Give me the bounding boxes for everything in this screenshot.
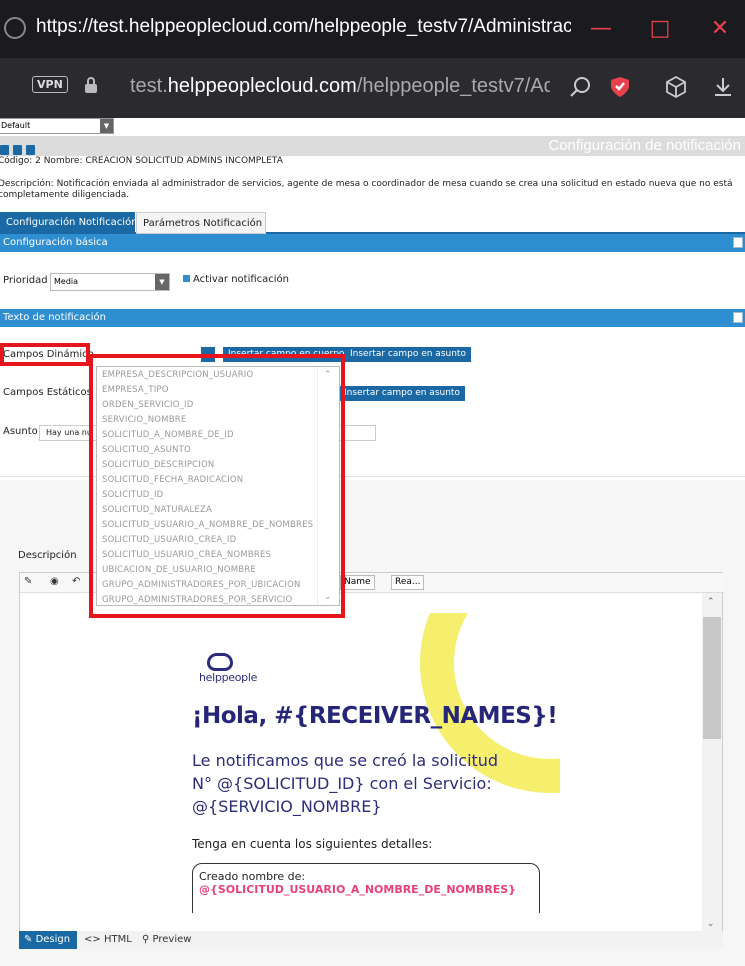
detail-card: Creado nombre de: @{SOLICITUD_USUARIO_A_… [192,863,540,913]
helppeople-logo: helppeople [199,653,257,684]
find-icon[interactable]: ◉ [50,576,59,587]
insert-subject-button-static[interactable]: Insertar campo en asunto [339,386,465,401]
tab-html-label: HTML [103,934,132,945]
notification-body: Le notificamos que se creó la solicitud … [192,751,499,816]
priority-select-value: Media [54,277,79,286]
profile-select[interactable]: Default ▼ [0,118,114,134]
minimize-icon[interactable]: — [586,14,616,44]
spellcheck-icon[interactable]: ✎ [24,576,32,587]
chevron-down-icon: ▼ [100,119,113,133]
section-text-title: Texto de notificación [3,312,107,323]
editor-scrollbar[interactable]: ⌃ ⌄ [702,593,722,931]
activate-label: Activar notificación [193,274,290,285]
section-basic-title: Configuración básica [3,237,108,248]
close-icon[interactable]: ✕ [705,14,735,44]
priority-label: Prioridad [3,275,48,286]
profile-select-value: Default [1,121,31,130]
section-text: Texto de notificación [0,309,745,327]
cube-icon[interactable] [664,75,688,99]
email-preview: helppeople ¡Hola, #{RECEIVER_NAMES}! Le … [170,613,560,913]
rich-text-editor[interactable]: ✎ ◉ ↶ Name Rea... helppeople ¡Hola, #{RE… [19,572,724,932]
save-icon[interactable] [0,145,9,155]
site-favicon-icon [4,17,26,39]
chevron-down-icon: ▼ [155,274,169,290]
search-icon[interactable] [568,75,592,99]
highlight-box-label [0,343,90,366]
page: Default ▼ Configuración de notificación … [0,118,745,966]
subject-label: Asunto [3,426,38,437]
download-icon[interactable] [711,75,735,99]
detail-value: @{SOLICITUD_USUARIO_A_NOMBRE_DE_NOMBRES} [199,883,516,896]
undo-icon[interactable]: ↶ [72,576,80,587]
delete-icon[interactable] [13,145,22,155]
document-icon[interactable] [26,145,35,155]
vpn-badge[interactable]: VPN [32,76,68,93]
font-name-select[interactable]: Name [340,575,375,590]
insert-subject-button-dynamic[interactable]: Insertar campo en asunto [345,347,471,362]
tab-preview[interactable]: ⚲ Preview [137,931,196,949]
tab-design-label: Design [35,934,71,945]
page-title: Configuración de notificación [548,137,741,154]
greeting-heading: ¡Hola, #{RECEIVER_NAMES}! [192,703,558,729]
tab-bar: Configuración Notificación Parámetros No… [0,212,745,234]
tab-parametros[interactable]: Parámetros Notificación [136,212,266,234]
activate-checkbox[interactable] [183,275,190,282]
editor-mode-tabs: ✎ Design <> HTML ⚲ Preview [19,931,723,949]
scroll-thumb[interactable] [703,617,721,739]
highlight-box-dropdown [89,354,345,618]
header-band: Configuración de notificación [0,136,745,156]
maximize-icon[interactable]: □ [645,14,675,44]
lock-icon[interactable] [84,76,98,94]
tab-configuracion[interactable]: Configuración Notificación [0,212,138,234]
browser-titlebar: https://test.helppeoplecloud.com/helppeo… [0,0,745,58]
scroll-up-icon[interactable]: ⌃ [707,597,715,607]
description-label: Descripción [18,550,77,561]
details-intro: Tenga en cuenta los siguientes detalles: [192,837,433,851]
shield-icon[interactable] [608,75,632,99]
collapse-icon[interactable] [733,312,743,323]
static-fields-label: Campos Estáticos [3,387,92,398]
address-bar: VPN test.helppeoplecloud.com/helppeople_… [0,58,745,118]
url-field[interactable]: test.helppeoplecloud.com/helppeople_test… [130,75,550,98]
detail-label: Creado nombre de: [199,870,306,883]
section-basic: Configuración básica [0,234,745,252]
priority-select[interactable]: Media ▼ [50,273,170,291]
code-line: Código: 2 Nombre: CREACION SOLICITUD ADM… [0,156,283,166]
collapse-icon[interactable] [733,237,743,248]
tab-html[interactable]: <> HTML [79,931,137,949]
tab-design[interactable]: ✎ Design [19,931,77,949]
window-title: https://test.helppeoplecloud.com/helppeo… [36,16,571,37]
font-size-select[interactable]: Rea... [391,575,425,590]
cloud-icon [207,653,233,671]
logo-text: helppeople [199,671,258,684]
scroll-down-icon[interactable]: ⌄ [707,919,715,929]
description-line: Descripción: Notificación enviada al adm… [0,179,733,200]
tab-preview-label: Preview [152,934,192,945]
